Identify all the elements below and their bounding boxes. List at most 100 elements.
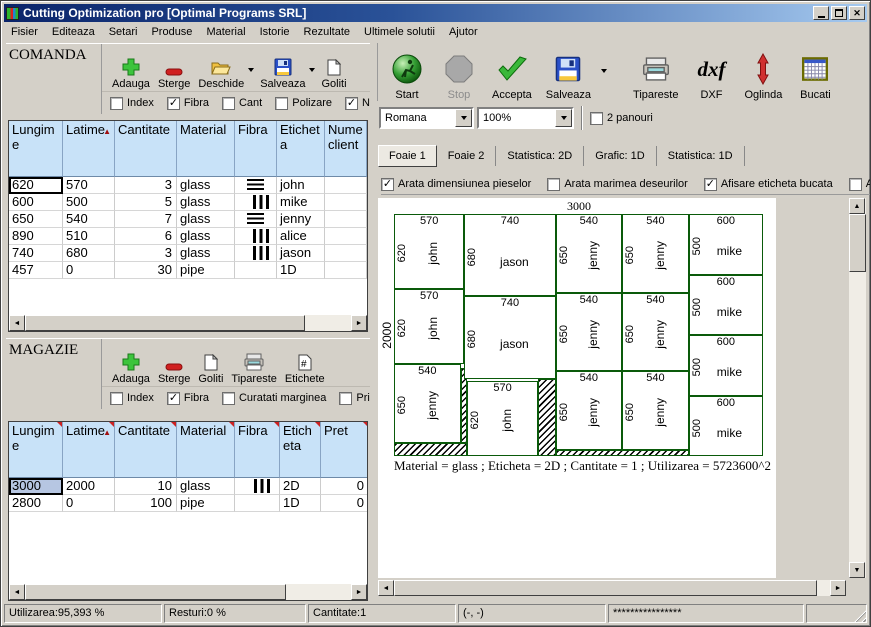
table-cell[interactable]: 680	[63, 245, 115, 262]
checkbox-polizare[interactable]: Polizare	[275, 97, 332, 110]
table-cell[interactable]	[325, 194, 367, 211]
bucati-button[interactable]: Bucati	[792, 51, 838, 101]
column-header-fibra[interactable]: Fibra	[235, 121, 277, 177]
table-cell[interactable]	[325, 245, 367, 262]
table-cell[interactable]: john	[277, 177, 325, 194]
table-cell[interactable]: 0	[321, 495, 367, 512]
table-cell[interactable]	[235, 478, 280, 495]
checkbox-index[interactable]: Index	[110, 392, 154, 405]
minimize-button[interactable]	[813, 6, 829, 20]
table-cell[interactable]: glass	[177, 211, 235, 228]
oglinda-button[interactable]: Oglinda	[740, 51, 786, 101]
table-cell[interactable]: 600	[9, 194, 63, 211]
table-cell[interactable]: 3	[115, 177, 177, 194]
table-cell[interactable]: glass	[177, 245, 235, 262]
table-cell[interactable]: jenny	[277, 211, 325, 228]
table-cell[interactable]	[325, 228, 367, 245]
table-cell[interactable]	[235, 495, 280, 512]
table-cell[interactable]: 3000	[9, 478, 63, 495]
stop-button[interactable]: Stop	[436, 51, 482, 101]
scroll-up-icon[interactable]: ▲	[849, 198, 865, 214]
tipareste-button[interactable]: Tipareste	[629, 51, 682, 101]
horizontal-scrollbar[interactable]: ◄ ►	[9, 315, 367, 331]
tab-foaie-2[interactable]: Foaie 2	[437, 146, 497, 166]
scroll-right-icon[interactable]: ►	[351, 315, 367, 331]
menu-item-material[interactable]: Material	[199, 24, 252, 40]
table-cell[interactable]: pipe	[177, 262, 235, 279]
column-header-pret[interactable]: Pret	[321, 422, 367, 478]
scroll-right-icon[interactable]: ►	[830, 580, 846, 596]
table-cell[interactable]	[235, 228, 277, 245]
table-cell[interactable]: 510	[63, 228, 115, 245]
column-header-cantitate[interactable]: Cantitate	[115, 422, 177, 478]
table-cell[interactable]: glass	[177, 194, 235, 211]
table-cell[interactable]	[235, 245, 277, 262]
menu-item-editeaza[interactable]: Editeaza	[45, 24, 102, 40]
table-cell[interactable]: pipe	[177, 495, 235, 512]
horizontal-scrollbar[interactable]: ◄ ►	[378, 580, 846, 596]
sterge-button[interactable]: Sterge	[154, 56, 194, 90]
accepta-button[interactable]: Accepta	[488, 51, 536, 101]
table-cell[interactable]: 0	[321, 478, 367, 495]
column-header-nume-client[interactable]: Nume client	[325, 121, 367, 177]
table-cell[interactable]	[235, 211, 277, 228]
table-cell[interactable]: 5	[115, 194, 177, 211]
table-cell[interactable]	[325, 177, 367, 194]
table-cell[interactable]: glass	[177, 177, 235, 194]
scroll-left-icon[interactable]: ◄	[378, 580, 394, 596]
table-cell[interactable]: jason	[277, 245, 325, 262]
table-cell[interactable]	[325, 211, 367, 228]
table-cell[interactable]: 457	[9, 262, 63, 279]
tab-foaie-1[interactable]: Foaie 1	[378, 145, 437, 167]
table-cell[interactable]: 540	[63, 211, 115, 228]
checkbox-afisare-eticheta-bucata[interactable]: ✓Afisare eticheta bucata	[704, 178, 833, 191]
table-cell[interactable]: glass	[177, 478, 235, 495]
deschide-button[interactable]: Deschide	[194, 56, 248, 90]
language-select[interactable]: Romana	[379, 107, 474, 129]
maximize-button[interactable]	[831, 6, 847, 20]
checkbox-curatati-marginea[interactable]: Curatati marginea	[222, 392, 326, 405]
adauga-button[interactable]: Adauga	[108, 351, 154, 385]
table-cell[interactable]: 6	[115, 228, 177, 245]
table-cell[interactable]: 890	[9, 228, 63, 245]
sterge-button[interactable]: Sterge	[154, 351, 194, 385]
tab-statistica-2d[interactable]: Statistica: 2D	[496, 146, 584, 166]
menu-item-setari[interactable]: Setari	[102, 24, 145, 40]
goliti-button[interactable]: Goliti	[194, 351, 227, 385]
horizontal-scrollbar[interactable]: ◄ ►	[9, 584, 367, 600]
table-cell[interactable]	[325, 262, 367, 279]
column-header-eticheta[interactable]: Eticheta	[277, 121, 325, 177]
checkbox-prioritate[interactable]: Prioritate	[339, 392, 370, 405]
deschide-dropdown-icon[interactable]	[248, 68, 254, 72]
dxf-button[interactable]: dxf DXF	[688, 51, 734, 101]
salveaza-dropdown-icon[interactable]	[309, 68, 315, 72]
goliti-button[interactable]: Goliti	[317, 56, 350, 90]
table-cell[interactable]: 2D	[280, 478, 321, 495]
table-cell[interactable]: 100	[115, 495, 177, 512]
table-cell[interactable]: 0	[63, 495, 115, 512]
checkbox-cant[interactable]: Cant	[222, 97, 262, 110]
table-cell[interactable]: 3	[115, 245, 177, 262]
table-cell[interactable]: 2000	[63, 478, 115, 495]
table-cell[interactable]	[235, 262, 277, 279]
column-header-fibra[interactable]: Fibra	[235, 422, 280, 478]
checkbox-fibra[interactable]: ✓Fibra	[167, 97, 209, 110]
zoom-select[interactable]: 100%	[477, 107, 574, 129]
column-header-lungime[interactable]: Lungime	[9, 422, 63, 478]
table-cell[interactable]: 1D	[277, 262, 325, 279]
checkbox-arata-marimea-deseurilor[interactable]: Arata marimea deseurilor	[547, 178, 688, 191]
table-cell[interactable]: alice	[277, 228, 325, 245]
table-cell[interactable]: 30	[115, 262, 177, 279]
menu-item-rezultate[interactable]: Rezultate	[297, 24, 357, 40]
checkbox-fibra[interactable]: ✓Fibra	[167, 392, 209, 405]
close-button[interactable]: ✕	[849, 6, 865, 20]
checkbox-arata-dimensiunea-pieselor[interactable]: ✓Arata dimensiunea pieselor	[381, 178, 531, 191]
menu-item-ultimele-solutii[interactable]: Ultimele solutii	[357, 24, 442, 40]
table-cell[interactable]: 0	[63, 262, 115, 279]
table-cell[interactable]	[235, 177, 277, 194]
start-button[interactable]: Start	[384, 51, 430, 101]
adauga-button[interactable]: Adauga	[108, 56, 154, 90]
table-cell[interactable]: mike	[277, 194, 325, 211]
tipareste-button[interactable]: Tipareste	[227, 351, 280, 385]
tab-statistica-1d[interactable]: Statistica: 1D	[657, 146, 745, 166]
